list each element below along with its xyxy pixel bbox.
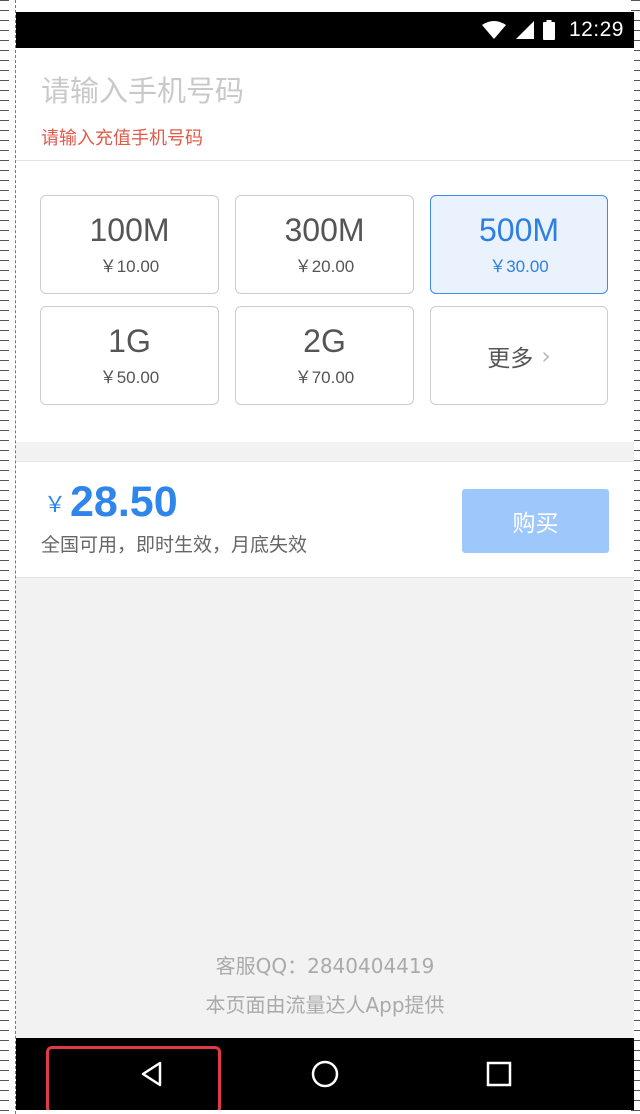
customer-service-text: 客服QQ：2840404419 [215, 954, 435, 978]
purchase-panel: ￥28.50 全国可用，即时生效，月底失效 购买 [16, 461, 634, 578]
package-option-1g[interactable]: 1G ￥50.00 [40, 306, 219, 405]
buy-button[interactable]: 购买 [462, 489, 609, 553]
phone-hint: 请输入充值手机号码 [41, 128, 203, 149]
battery-icon [542, 20, 555, 40]
package-price: ￥20.00 [294, 257, 355, 276]
home-button[interactable] [305, 1056, 345, 1092]
chevron-right-icon: › [541, 341, 551, 370]
package-size: 2G [303, 323, 346, 359]
total-price: ￥28.50 [44, 478, 178, 527]
package-size: 1G [108, 323, 151, 359]
status-icons: 12:29 [481, 12, 624, 48]
clock: 12:29 [568, 18, 624, 41]
package-price: ￥50.00 [99, 368, 160, 387]
validity-note: 全国可用，即时生效，月底失效 [41, 534, 308, 556]
package-price: ￥30.00 [489, 257, 549, 276]
back-button-highlight [46, 1046, 221, 1110]
provider-text: 本页面由流量达人App提供 [205, 993, 445, 1017]
package-option-2g[interactable]: 2G ￥70.00 [235, 306, 414, 405]
phone-screen: 12:29 请输入充值手机号码 100M ￥10.00 300M ￥20.00 … [16, 12, 634, 1110]
package-size: 500M [478, 212, 560, 248]
price-amount: 28.50 [70, 478, 178, 526]
more-packages-button[interactable]: 更多 › [430, 306, 608, 405]
phone-number-input[interactable] [41, 70, 601, 112]
package-option-300m[interactable]: 300M ￥20.00 [235, 195, 414, 294]
package-size: 300M [284, 212, 365, 248]
package-option-500m[interactable]: 500M ￥30.00 [430, 195, 608, 294]
package-option-100m[interactable]: 100M ￥10.00 [40, 195, 219, 294]
currency-symbol: ￥ [44, 492, 67, 517]
navigation-bar [16, 1038, 634, 1110]
wifi-icon [481, 21, 506, 39]
package-grid: 100M ￥10.00 300M ￥20.00 500M ￥30.00 1G ￥… [40, 195, 608, 405]
divider [16, 160, 634, 161]
signal-icon [515, 21, 534, 39]
more-label: 更多 [487, 345, 534, 372]
recharge-panel: 请输入充值手机号码 100M ￥10.00 300M ￥20.00 500M ￥… [16, 48, 634, 442]
recents-icon [486, 1061, 512, 1087]
recents-button[interactable] [479, 1056, 519, 1092]
left-ruler [0, 0, 16, 1114]
home-icon [311, 1060, 339, 1088]
status-bar: 12:29 [16, 12, 634, 48]
package-price: ￥10.00 [99, 257, 160, 276]
package-size: 100M [89, 212, 170, 248]
package-price: ￥70.00 [294, 368, 355, 387]
